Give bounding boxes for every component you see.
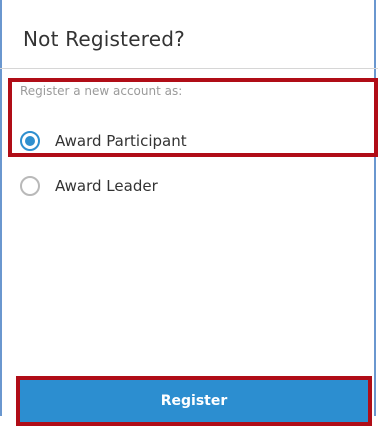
panel-title: Not Registered?	[23, 27, 185, 51]
option-award-participant[interactable]: Award Participant	[20, 129, 187, 153]
header-divider	[0, 68, 378, 69]
panel-right-border	[374, 0, 376, 416]
award-participant-label: Award Participant	[55, 132, 187, 150]
award-leader-radio[interactable]	[20, 176, 40, 196]
award-leader-label: Award Leader	[55, 177, 158, 195]
register-button-highlight: Register	[16, 376, 372, 426]
award-participant-radio[interactable]	[20, 131, 40, 151]
not-registered-panel: Not Registered? Register a new account a…	[0, 0, 378, 430]
option-award-leader[interactable]: Award Leader	[20, 174, 158, 198]
panel-left-border	[0, 0, 2, 416]
register-as-prompt: Register a new account as:	[20, 84, 183, 98]
register-button[interactable]: Register	[20, 380, 368, 422]
